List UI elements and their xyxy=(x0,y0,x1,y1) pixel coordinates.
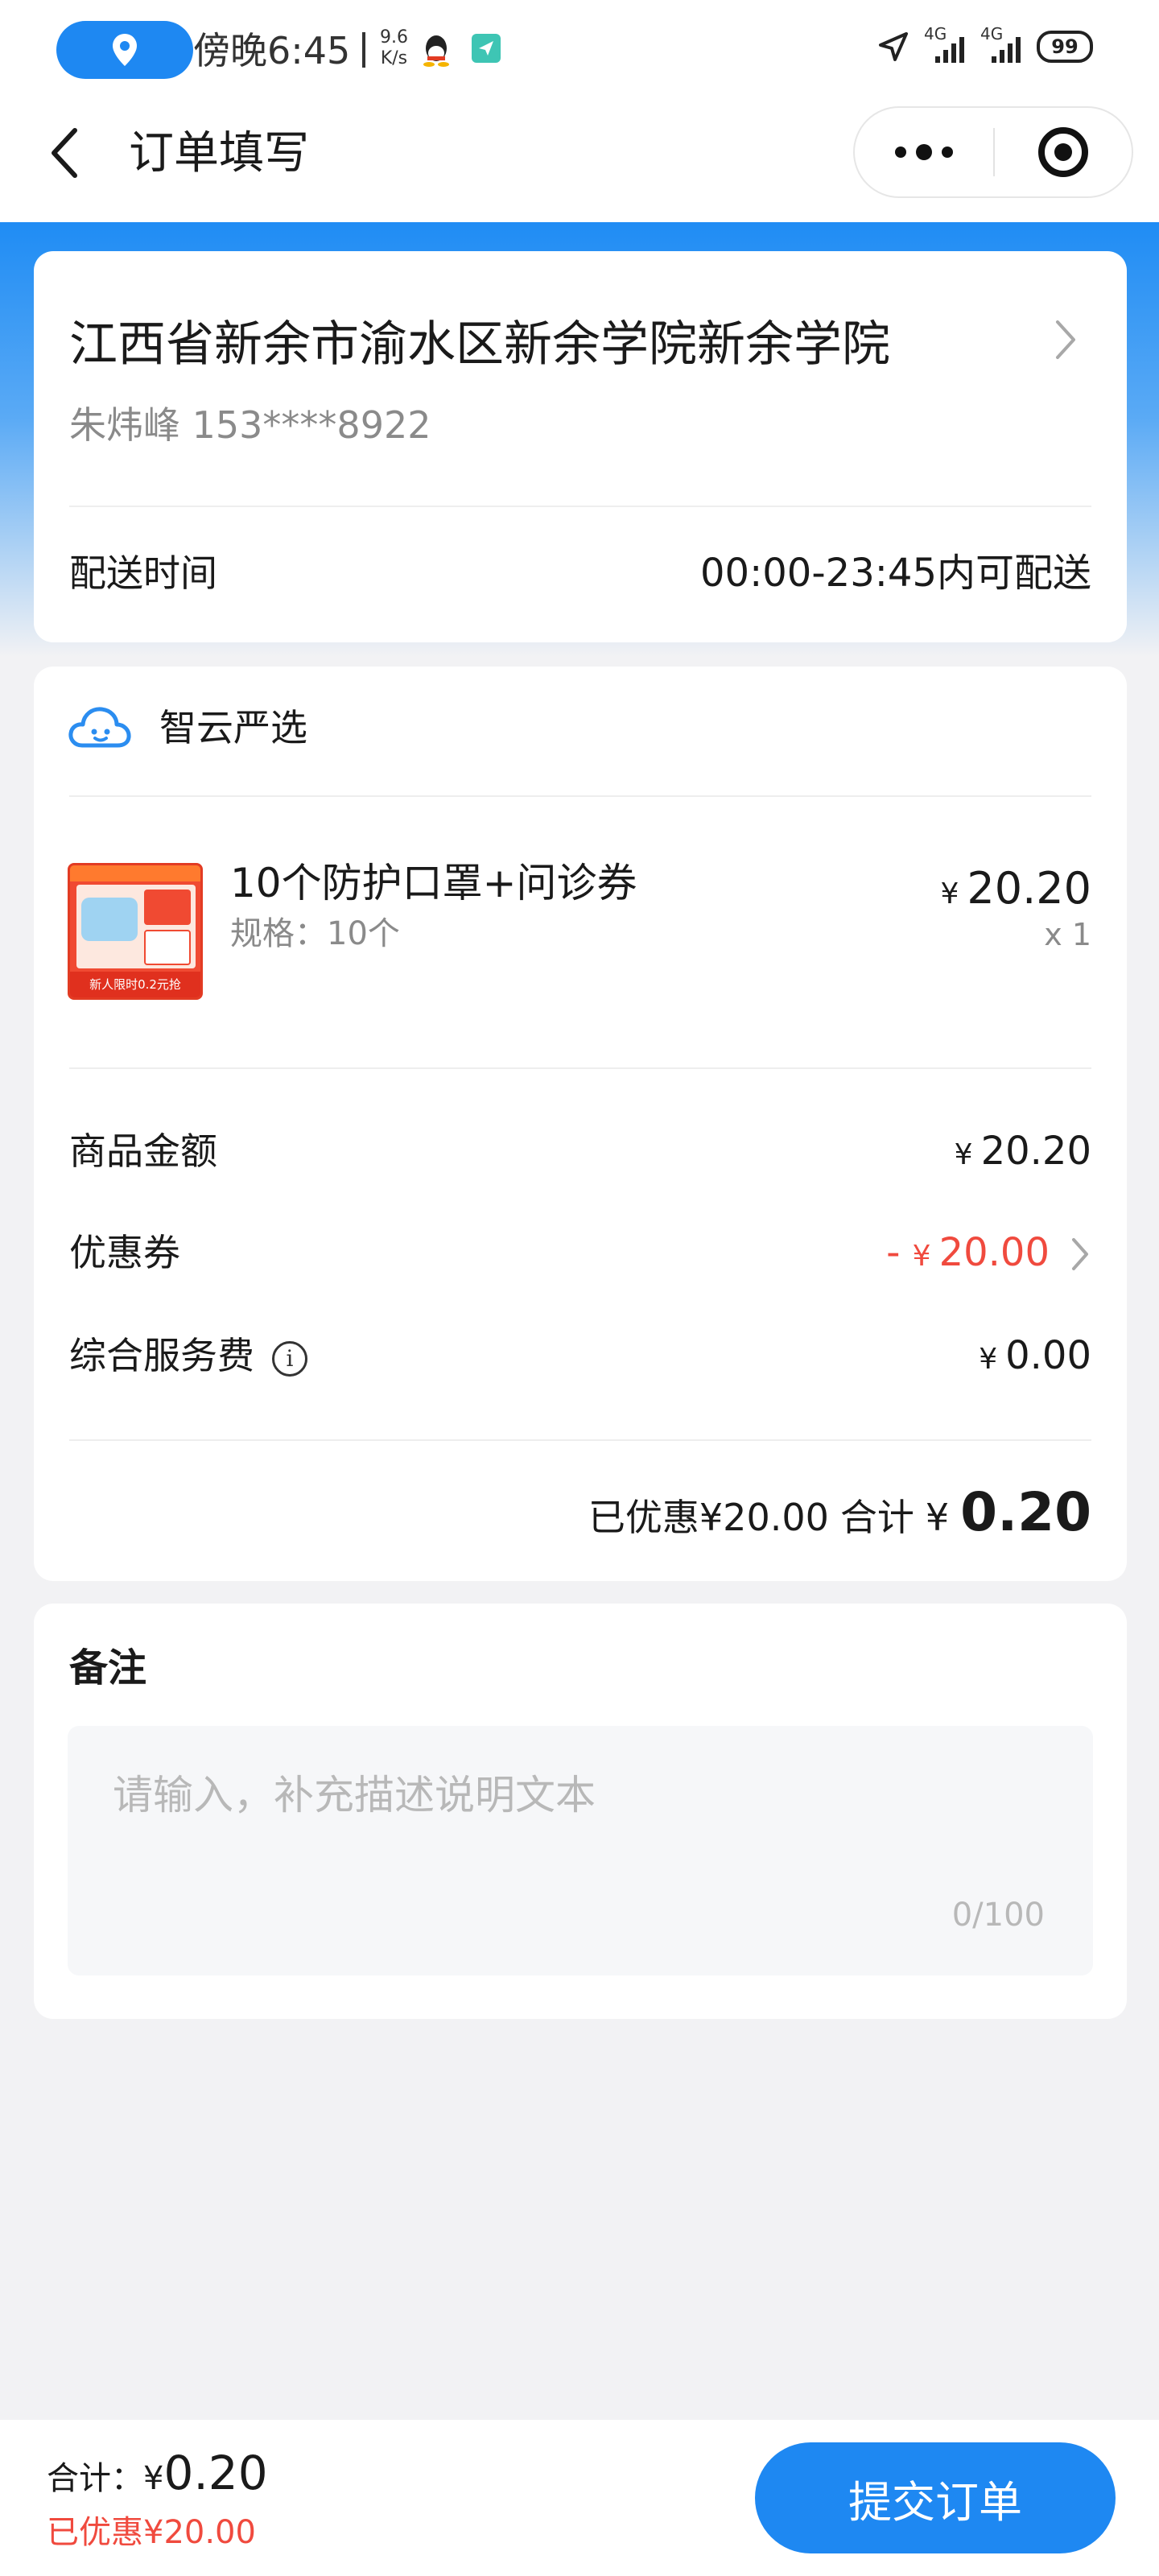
product-spec: 规格：10个 xyxy=(230,915,400,952)
coupon-minus: - xyxy=(886,1230,913,1275)
page-title: 订单填写 xyxy=(129,127,309,180)
shop-name: 智云严选 xyxy=(159,706,307,749)
product-price-value: 20.20 xyxy=(967,863,1091,914)
remark-input[interactable] xyxy=(68,1726,1093,1975)
network-speed: 9.6 K/s xyxy=(380,27,408,69)
chevron-left-icon xyxy=(52,128,77,178)
back-button[interactable] xyxy=(37,121,93,185)
coupon-value[interactable]: - ¥20.00 xyxy=(886,1227,1050,1282)
product-image-banner: 新人限时0.2元抢 xyxy=(70,972,200,997)
location-pin-icon xyxy=(113,34,137,66)
chevron-right-icon[interactable] xyxy=(1070,1236,1090,1275)
mini-program-capsule xyxy=(853,106,1133,198)
bottom-total: 合计：¥0.20 xyxy=(47,2447,268,2504)
status-right: 4G 4G 99 xyxy=(877,24,1093,64)
service-fee-value: ¥0.00 xyxy=(979,1330,1091,1385)
order-card xyxy=(34,667,1127,1581)
divider xyxy=(69,795,1091,797)
qq-icon xyxy=(420,32,452,71)
delivery-address[interactable]: 江西省新余市渝水区新余学院新余学院 xyxy=(69,312,890,377)
coupon-number: 20.00 xyxy=(938,1230,1050,1275)
recipient-info: 朱炜峰 153****8922 xyxy=(69,403,431,447)
product-image-top xyxy=(70,865,200,881)
more-dot-icon xyxy=(895,147,906,158)
currency-symbol: ¥ xyxy=(912,1240,931,1273)
goods-amount-label: 商品金额 xyxy=(69,1129,217,1173)
signal-1: 4G xyxy=(924,24,966,64)
remark-title: 备注 xyxy=(69,1645,147,1690)
location-arrow-icon xyxy=(879,32,908,61)
signal-bars-icon xyxy=(992,37,1021,63)
currency-symbol: ¥ xyxy=(940,877,959,910)
divider xyxy=(69,1067,1091,1069)
more-dot-icon xyxy=(942,147,953,158)
network-speed-value: 9.6 xyxy=(380,27,408,47)
location-indicator xyxy=(56,21,193,79)
info-icon[interactable]: i xyxy=(272,1340,307,1377)
currency-symbol: ¥ xyxy=(954,1138,973,1171)
divider xyxy=(69,506,1091,507)
delivery-time-value: 00:00-23:45内可配送 xyxy=(700,551,1091,596)
goods-amount-value: ¥20.20 xyxy=(955,1125,1091,1181)
currency-symbol: ¥ xyxy=(925,1496,950,1539)
discount-summary: 已优惠¥20.00 xyxy=(588,1496,829,1539)
target-close-icon xyxy=(1038,127,1088,177)
submit-order-button[interactable]: 提交订单 xyxy=(755,2442,1116,2553)
divider xyxy=(69,1439,1091,1441)
product-image-doctor xyxy=(144,930,191,965)
status-time: 傍晚6:45 xyxy=(193,29,351,72)
status-separator xyxy=(362,32,365,68)
total-label: 合计 xyxy=(839,1496,914,1539)
service-fee-number: 0.00 xyxy=(1005,1333,1091,1378)
product-image-tag xyxy=(144,890,191,925)
product-image[interactable]: 新人限时0.2元抢 xyxy=(68,863,203,1000)
mask-image xyxy=(81,898,138,941)
delivery-time-label: 配送时间 xyxy=(69,551,217,595)
chevron-right-icon[interactable] xyxy=(1054,319,1077,364)
bottom-total-value: 0.20 xyxy=(163,2446,268,2500)
more-button[interactable] xyxy=(855,108,993,196)
more-dot-icon xyxy=(916,144,932,160)
bottom-total-label: 合计：¥ xyxy=(47,2460,164,2497)
order-total: 已优惠¥20.00 合计 ¥ 0.20 xyxy=(588,1481,1091,1543)
goods-amount-number: 20.20 xyxy=(980,1129,1091,1174)
service-fee-label: 综合服务费 xyxy=(69,1334,254,1377)
product-name[interactable]: 10个防护口罩+问诊券 xyxy=(230,855,637,911)
battery-icon: 99 xyxy=(1037,31,1093,63)
cloud-logo-icon xyxy=(68,702,132,757)
product-quantity: x 1 xyxy=(1044,917,1091,952)
coupon-label[interactable]: 优惠券 xyxy=(69,1227,180,1278)
signal-2: 4G xyxy=(980,24,1022,64)
network-speed-unit: K/s xyxy=(380,48,408,68)
bottom-discount: 已优惠¥20.00 xyxy=(47,2514,256,2551)
send-app-icon xyxy=(472,34,501,66)
remark-char-count: 0/100 xyxy=(951,1897,1045,1934)
close-mini-program-button[interactable] xyxy=(995,108,1132,196)
signal-bars-icon xyxy=(935,37,964,63)
service-fee-row: 综合服务费 i xyxy=(69,1330,307,1381)
total-amount: 0.20 xyxy=(960,1481,1091,1543)
currency-symbol: ¥ xyxy=(979,1343,998,1376)
